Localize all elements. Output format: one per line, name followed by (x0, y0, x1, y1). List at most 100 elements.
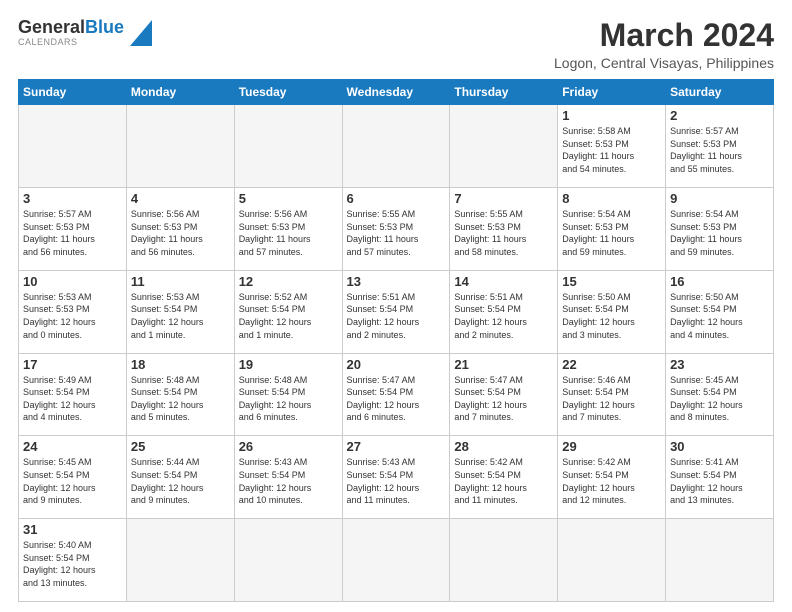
day-number: 20 (347, 357, 446, 372)
day-number: 25 (131, 439, 230, 454)
day-number: 18 (131, 357, 230, 372)
day-number: 21 (454, 357, 553, 372)
calendar-day-cell: 10Sunrise: 5:53 AMSunset: 5:53 PMDayligh… (19, 270, 127, 353)
col-tuesday: Tuesday (234, 80, 342, 105)
day-info: Sunrise: 5:57 AMSunset: 5:53 PMDaylight:… (670, 125, 769, 175)
calendar-day-cell: 9Sunrise: 5:54 AMSunset: 5:53 PMDaylight… (666, 187, 774, 270)
day-number: 31 (23, 522, 122, 537)
calendar-day-cell: 18 Sunrise: 5:48 AMSunset: 5:54 PMDayligh… (126, 353, 234, 436)
day-info: Sunrise: 5:48 AMSunset: 5:54 PMDaylight:… (131, 374, 230, 424)
calendar-day-cell: 29 Sunrise: 5:42 AMSunset: 5:54 PMDayligh… (558, 436, 666, 519)
day-info: Sunrise: 5:51 AMSunset: 5:54 PMDaylight:… (454, 291, 553, 341)
day-info: Sunrise: 5:44 AMSunset: 5:54 PMDaylight:… (131, 456, 230, 506)
day-number: 24 (23, 439, 122, 454)
calendar-day-cell: 26 Sunrise: 5:43 AMSunset: 5:54 PMDayligh… (234, 436, 342, 519)
calendar-day-cell: 28 Sunrise: 5:42 AMSunset: 5:54 PMDayligh… (450, 436, 558, 519)
logo-general: General (18, 17, 85, 37)
day-info: Sunrise: 5:42 AMSunset: 5:54 PMDaylight:… (454, 456, 553, 506)
calendar-week-row: 10Sunrise: 5:53 AMSunset: 5:53 PMDayligh… (19, 270, 774, 353)
day-info: Sunrise: 5:49 AMSunset: 5:54 PMDaylight:… (23, 374, 122, 424)
calendar-day-cell (450, 105, 558, 188)
calendar-day-cell (234, 519, 342, 602)
day-info: Sunrise: 5:57 AMSunset: 5:53 PMDaylight:… (23, 208, 122, 258)
day-number: 5 (239, 191, 338, 206)
calendar-day-cell: 2 Sunrise: 5:57 AMSunset: 5:53 PMDaylight… (666, 105, 774, 188)
calendar-day-cell: 1 Sunrise: 5:58 AMSunset: 5:53 PMDaylight… (558, 105, 666, 188)
day-number: 14 (454, 274, 553, 289)
day-number: 29 (562, 439, 661, 454)
day-number: 27 (347, 439, 446, 454)
calendar-day-cell: 14 Sunrise: 5:51 AMSunset: 5:54 PMDayligh… (450, 270, 558, 353)
calendar-week-row: 3 Sunrise: 5:57 AMSunset: 5:53 PMDaylight… (19, 187, 774, 270)
logo: GeneralBlue CALENDARS (18, 18, 152, 48)
calendar-day-cell: 7 Sunrise: 5:55 AMSunset: 5:53 PMDaylight… (450, 187, 558, 270)
day-info: Sunrise: 5:55 AMSunset: 5:53 PMDaylight:… (454, 208, 553, 258)
day-info: Sunrise: 5:55 AMSunset: 5:53 PMDaylight:… (347, 208, 446, 258)
day-info: Sunrise: 5:53 AMSunset: 5:54 PMDaylight:… (131, 291, 230, 341)
title-block: March 2024 Logon, Central Visayas, Phili… (554, 18, 774, 71)
day-number: 11 (131, 274, 230, 289)
day-number: 3 (23, 191, 122, 206)
day-info: Sunrise: 5:56 AMSunset: 5:53 PMDaylight:… (239, 208, 338, 258)
calendar-day-cell: 3 Sunrise: 5:57 AMSunset: 5:53 PMDaylight… (19, 187, 127, 270)
day-number: 15 (562, 274, 661, 289)
day-number: 28 (454, 439, 553, 454)
calendar-day-cell: 20 Sunrise: 5:47 AMSunset: 5:54 PMDayligh… (342, 353, 450, 436)
day-info: Sunrise: 5:52 AMSunset: 5:54 PMDaylight:… (239, 291, 338, 341)
calendar-day-cell: 22Sunrise: 5:46 AMSunset: 5:54 PMDayligh… (558, 353, 666, 436)
calendar-day-cell: 24Sunrise: 5:45 AMSunset: 5:54 PMDayligh… (19, 436, 127, 519)
calendar-day-cell (234, 105, 342, 188)
logo-tagline: CALENDARS (18, 38, 124, 48)
day-info: Sunrise: 5:50 AMSunset: 5:54 PMDaylight:… (562, 291, 661, 341)
calendar-day-cell: 6Sunrise: 5:55 AMSunset: 5:53 PMDaylight… (342, 187, 450, 270)
day-number: 7 (454, 191, 553, 206)
header: GeneralBlue CALENDARS March 2024 Logon, … (18, 18, 774, 71)
day-info: Sunrise: 5:41 AMSunset: 5:54 PMDaylight:… (670, 456, 769, 506)
calendar-day-cell (558, 519, 666, 602)
logo-text: GeneralBlue (18, 18, 124, 38)
col-thursday: Thursday (450, 80, 558, 105)
logo-blue-text: Blue (85, 17, 124, 37)
day-info: Sunrise: 5:43 AMSunset: 5:54 PMDaylight:… (239, 456, 338, 506)
day-info: Sunrise: 5:42 AMSunset: 5:54 PMDaylight:… (562, 456, 661, 506)
calendar-week-row: 24Sunrise: 5:45 AMSunset: 5:54 PMDayligh… (19, 436, 774, 519)
calendar-day-cell: 16 Sunrise: 5:50 AMSunset: 5:54 PMDayligh… (666, 270, 774, 353)
calendar-day-cell (126, 105, 234, 188)
day-info: Sunrise: 5:46 AMSunset: 5:54 PMDaylight:… (562, 374, 661, 424)
day-number: 8 (562, 191, 661, 206)
day-info: Sunrise: 5:58 AMSunset: 5:53 PMDaylight:… (562, 125, 661, 175)
calendar-header-row: Sunday Monday Tuesday Wednesday Thursday… (19, 80, 774, 105)
calendar-week-row: 17 Sunrise: 5:49 AMSunset: 5:54 PMDayligh… (19, 353, 774, 436)
col-monday: Monday (126, 80, 234, 105)
day-number: 17 (23, 357, 122, 372)
day-info: Sunrise: 5:40 AMSunset: 5:54 PMDaylight:… (23, 539, 122, 589)
day-number: 1 (562, 108, 661, 123)
day-info: Sunrise: 5:45 AMSunset: 5:54 PMDaylight:… (670, 374, 769, 424)
day-info: Sunrise: 5:54 AMSunset: 5:53 PMDaylight:… (562, 208, 661, 258)
day-number: 16 (670, 274, 769, 289)
day-number: 10 (23, 274, 122, 289)
calendar-day-cell (450, 519, 558, 602)
day-number: 12 (239, 274, 338, 289)
calendar-day-cell: 30Sunrise: 5:41 AMSunset: 5:54 PMDayligh… (666, 436, 774, 519)
day-info: Sunrise: 5:50 AMSunset: 5:54 PMDaylight:… (670, 291, 769, 341)
day-number: 2 (670, 108, 769, 123)
calendar-day-cell: 15 Sunrise: 5:50 AMSunset: 5:54 PMDayligh… (558, 270, 666, 353)
calendar-day-cell: 11 Sunrise: 5:53 AMSunset: 5:54 PMDayligh… (126, 270, 234, 353)
calendar-day-cell: 19 Sunrise: 5:48 AMSunset: 5:54 PMDayligh… (234, 353, 342, 436)
page: GeneralBlue CALENDARS March 2024 Logon, … (0, 0, 792, 612)
day-number: 4 (131, 191, 230, 206)
day-info: Sunrise: 5:43 AMSunset: 5:54 PMDaylight:… (347, 456, 446, 506)
day-info: Sunrise: 5:47 AMSunset: 5:54 PMDaylight:… (347, 374, 446, 424)
calendar-day-cell (19, 105, 127, 188)
day-info: Sunrise: 5:48 AMSunset: 5:54 PMDaylight:… (239, 374, 338, 424)
day-info: Sunrise: 5:47 AMSunset: 5:54 PMDaylight:… (454, 374, 553, 424)
calendar-day-cell: 13Sunrise: 5:51 AMSunset: 5:54 PMDayligh… (342, 270, 450, 353)
day-number: 26 (239, 439, 338, 454)
calendar-day-cell: 12 Sunrise: 5:52 AMSunset: 5:54 PMDayligh… (234, 270, 342, 353)
main-title: March 2024 (554, 18, 774, 53)
calendar-day-cell: 4Sunrise: 5:56 AMSunset: 5:53 PMDaylight… (126, 187, 234, 270)
calendar-day-cell: 8 Sunrise: 5:54 AMSunset: 5:53 PMDaylight… (558, 187, 666, 270)
day-number: 19 (239, 357, 338, 372)
calendar-day-cell (666, 519, 774, 602)
